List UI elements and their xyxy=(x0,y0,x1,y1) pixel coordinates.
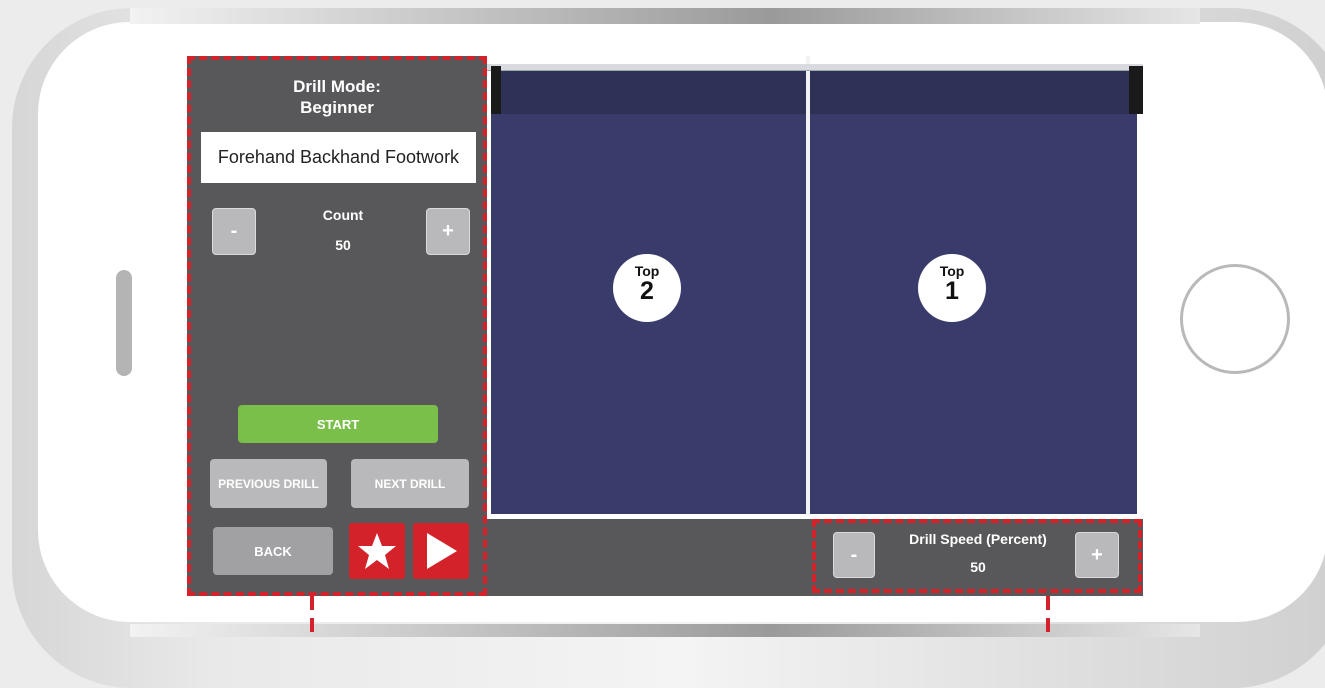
star-icon xyxy=(358,533,396,569)
count-value: 50 xyxy=(335,237,351,253)
play-icon xyxy=(427,533,457,569)
speed-callout-line xyxy=(1046,596,1050,637)
app-screen: Drill Mode: Beginner Forehand Backhand F… xyxy=(187,56,1143,596)
speed-increase-button[interactable]: + xyxy=(1075,532,1119,578)
previous-drill-button[interactable]: PREVIOUS DRILL xyxy=(210,459,327,508)
count-increase-button[interactable]: + xyxy=(426,208,470,255)
target-marker-top-1[interactable]: Top 1 xyxy=(918,254,986,322)
marker-number: 1 xyxy=(945,277,959,305)
drill-speed-value: 50 xyxy=(970,559,986,575)
play-button[interactable] xyxy=(413,523,469,579)
speed-decrease-button[interactable]: - xyxy=(833,532,875,578)
table-net xyxy=(487,64,1143,71)
phone-bottom-edge xyxy=(130,624,1200,637)
marker-label: Top xyxy=(939,263,965,279)
drill-mode-title: Drill Mode: Beginner xyxy=(187,76,487,118)
net-post-left xyxy=(491,66,501,114)
phone-speaker xyxy=(116,270,132,376)
drill-speed-display: Drill Speed (Percent) 50 xyxy=(873,528,1083,584)
start-button[interactable]: START xyxy=(238,405,438,443)
favorite-button[interactable] xyxy=(349,523,405,579)
count-decrease-button[interactable]: - xyxy=(212,208,256,255)
marker-number: 2 xyxy=(640,277,654,305)
net-shadow xyxy=(491,70,1143,114)
back-button[interactable]: BACK xyxy=(213,527,333,575)
phone-top-edge xyxy=(130,8,1200,24)
home-button[interactable] xyxy=(1180,264,1290,374)
next-drill-button[interactable]: NEXT DRILL xyxy=(351,459,469,508)
drill-speed-label: Drill Speed (Percent) xyxy=(909,531,1047,547)
panel-callout-line xyxy=(310,596,314,637)
drill-name-display: Forehand Backhand Footwork xyxy=(201,132,476,183)
net-post-right xyxy=(1129,66,1143,114)
count-label: Count xyxy=(322,207,364,223)
drill-level-label: Beginner xyxy=(300,98,374,117)
drill-mode-label: Drill Mode: xyxy=(293,77,381,96)
marker-label: Top xyxy=(634,263,660,279)
table-view: Top 2 Top 1 xyxy=(487,56,1143,519)
target-marker-top-2[interactable]: Top 2 xyxy=(613,254,681,322)
count-display: Count 50 xyxy=(283,204,403,264)
table-center-line xyxy=(806,56,810,516)
